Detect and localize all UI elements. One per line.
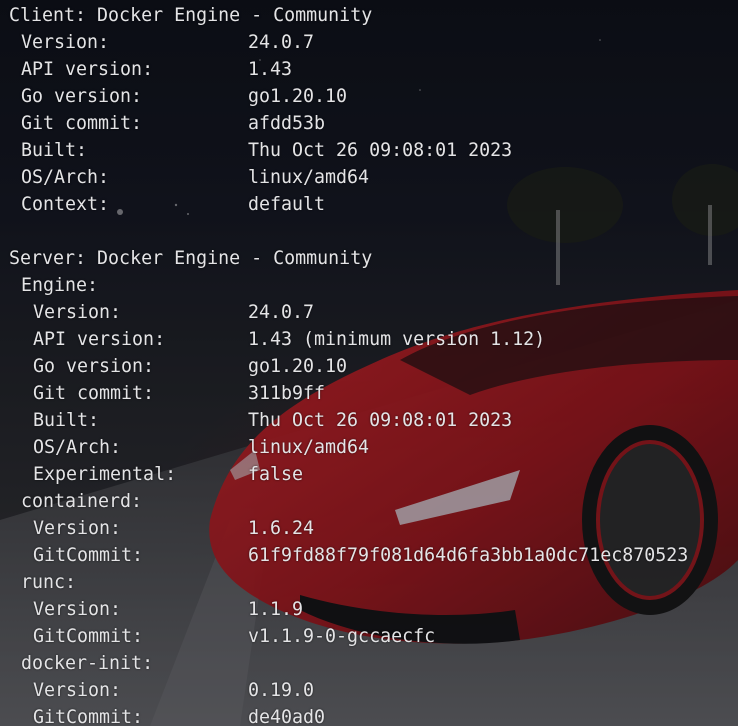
client-heading-line: Client: Docker Engine - Community	[9, 2, 372, 29]
field-key: Version:	[21, 32, 110, 53]
field-value: go1.20.10	[248, 356, 348, 377]
docker-init-label: docker-init:	[21, 653, 154, 674]
containerd-label-line: containerd:	[9, 488, 142, 515]
server-heading-line: Server: Docker Engine - Community	[9, 245, 372, 272]
field-value: go1.20.10	[248, 86, 348, 107]
docker-init-gitcommit-row: GitCommit: de40ad0	[9, 704, 325, 726]
docker-init-label-line: docker-init:	[9, 650, 153, 677]
containerd-version-row: Version: 1.6.24	[9, 515, 314, 542]
field-key: Built:	[21, 140, 88, 161]
field-key: Built:	[33, 410, 100, 431]
field-key: Version:	[33, 518, 122, 539]
field-value: 1.43 (minimum version 1.12)	[248, 329, 546, 350]
field-key: OS/Arch:	[21, 167, 110, 188]
docker-version-output: Client: Docker Engine - Community Versio…	[9, 2, 688, 726]
field-key: Go version:	[33, 356, 155, 377]
field-key: Version:	[33, 599, 122, 620]
engine-os-arch-row: OS/Arch: linux/amd64	[9, 434, 369, 461]
engine-experimental-row: Experimental: false	[9, 461, 303, 488]
engine-built-row: Built: Thu Oct 26 09:08:01 2023	[9, 407, 512, 434]
engine-git-commit-row: Git commit: 311b9ff	[9, 380, 325, 407]
field-value: false	[248, 464, 304, 485]
field-value: Thu Oct 26 09:08:01 2023	[248, 410, 513, 431]
terminal-window[interactable]: Client: Docker Engine - Community Versio…	[0, 0, 738, 726]
runc-gitcommit-row: GitCommit: v1.1.9-0-gccaecfc	[9, 623, 435, 650]
field-value: 24.0.7	[248, 32, 315, 53]
client-git-commit-row: Git commit: afdd53b	[9, 110, 325, 137]
client-os-arch-row: OS/Arch: linux/amd64	[9, 164, 369, 191]
client-heading: Client: Docker Engine - Community	[9, 5, 373, 26]
engine-label-line: Engine:	[9, 272, 98, 299]
runc-label-line: runc:	[9, 569, 77, 596]
containerd-label: containerd:	[21, 491, 143, 512]
field-key: GitCommit:	[33, 545, 144, 566]
field-key: Version:	[33, 680, 122, 701]
engine-go-version-row: Go version: go1.20.10	[9, 353, 347, 380]
field-value: 1.1.9	[248, 599, 304, 620]
field-value: linux/amd64	[248, 167, 370, 188]
field-value: 0.19.0	[248, 680, 315, 701]
field-value: 1.43	[248, 59, 293, 80]
runc-label: runc:	[21, 572, 77, 593]
field-key: OS/Arch:	[33, 437, 122, 458]
field-value: 61f9fd88f79f081d64d6fa3bb1a0dc71ec870523	[248, 545, 689, 566]
client-go-version-row: Go version: go1.20.10	[9, 83, 347, 110]
client-version-row: Version: 24.0.7	[9, 29, 314, 56]
client-built-row: Built: Thu Oct 26 09:08:01 2023	[9, 137, 512, 164]
field-value: 311b9ff	[248, 383, 326, 404]
server-heading: Server: Docker Engine - Community	[9, 248, 373, 269]
field-value: default	[248, 194, 326, 215]
engine-version-row: Version: 24.0.7	[9, 299, 314, 326]
field-value: 24.0.7	[248, 302, 315, 323]
runc-version-row: Version: 1.1.9	[9, 596, 303, 623]
docker-init-version-row: Version: 0.19.0	[9, 677, 314, 704]
field-key: Git commit:	[33, 383, 155, 404]
engine-api-version-row: API version: 1.43 (minimum version 1.12)	[9, 326, 545, 353]
field-value: Thu Oct 26 09:08:01 2023	[248, 140, 513, 161]
field-value: 1.6.24	[248, 518, 315, 539]
field-key: Go version:	[21, 86, 143, 107]
containerd-gitcommit-row: GitCommit: 61f9fd88f79f081d64d6fa3bb1a0d…	[9, 542, 688, 569]
engine-label: Engine:	[21, 275, 99, 296]
field-value: v1.1.9-0-gccaecfc	[248, 626, 436, 647]
field-value: de40ad0	[248, 707, 326, 726]
client-api-version-row: API version: 1.43	[9, 56, 292, 83]
field-key: Version:	[33, 302, 122, 323]
client-context-row: Context: default	[9, 191, 325, 218]
field-key: API version:	[21, 59, 154, 80]
field-value: afdd53b	[248, 113, 326, 134]
field-key: API version:	[33, 329, 166, 350]
field-key: GitCommit:	[33, 626, 144, 647]
field-key: Git commit:	[21, 113, 143, 134]
field-key: Context:	[21, 194, 110, 215]
field-key: GitCommit:	[33, 707, 144, 726]
field-value: linux/amd64	[248, 437, 370, 458]
field-key: Experimental:	[33, 464, 177, 485]
